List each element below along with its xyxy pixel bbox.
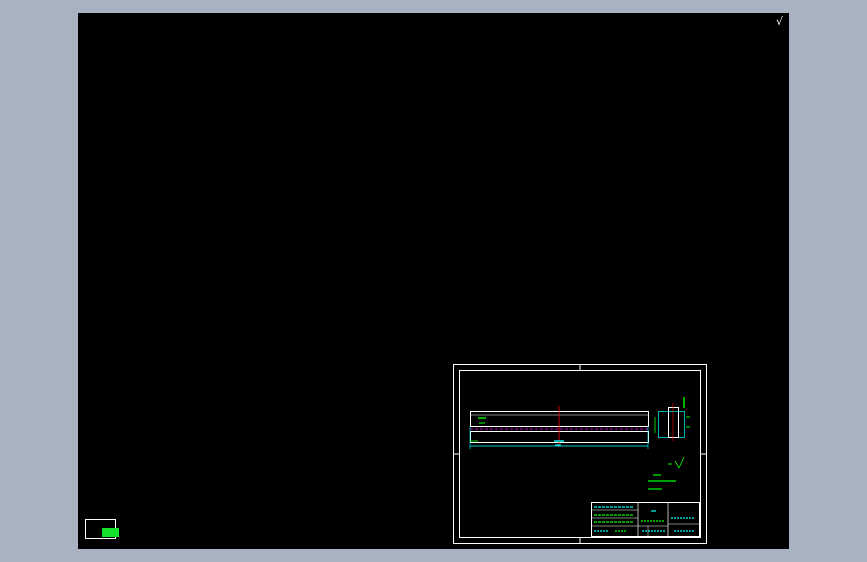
cad-drawing: [453, 364, 707, 544]
section-view-profile: [668, 407, 679, 438]
model-tab-fill: [102, 528, 119, 537]
sheet-inner-frame: [459, 370, 701, 538]
model-tab-icon[interactable]: [85, 519, 119, 539]
drawing-viewport[interactable]: √: [78, 13, 789, 549]
sheet-outer-border: [453, 364, 707, 544]
section-view-body: [658, 411, 685, 438]
roughness-mark: [674, 460, 680, 469]
rail-top-view: [470, 411, 649, 427]
roughness-mark-2: [678, 456, 685, 469]
